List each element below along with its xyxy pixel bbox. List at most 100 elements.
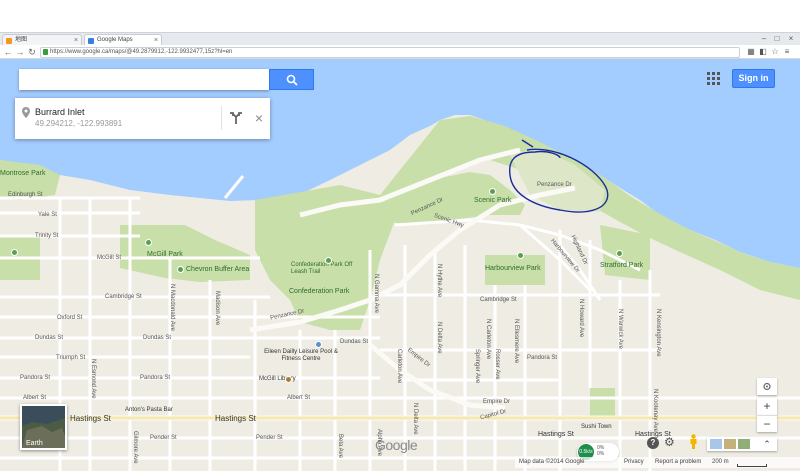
label-confed-trail: Confederation Park Off Leash Trail bbox=[291, 262, 353, 275]
park-pin-icon[interactable] bbox=[325, 257, 332, 264]
label-trinity: Trinity St bbox=[35, 233, 59, 239]
label-n-kootenay: N Kootenay Ave bbox=[652, 389, 658, 432]
extension-icon[interactable]: ◧ bbox=[758, 47, 768, 57]
search-icon bbox=[286, 74, 298, 86]
label-antons: Anton's Pasta Bar bbox=[125, 407, 173, 413]
directions-button[interactable] bbox=[221, 106, 249, 130]
close-place-card-button[interactable]: × bbox=[249, 106, 269, 130]
apps-grid-icon[interactable] bbox=[707, 72, 721, 86]
label-edinburgh: Edinburgh St bbox=[8, 192, 43, 198]
label-dundas-w: Dundas St bbox=[35, 335, 64, 341]
bookmark-icon[interactable]: ▦ bbox=[746, 47, 756, 57]
label-carleton: Carleton Ave bbox=[396, 349, 402, 384]
label-scenic-park: Scenic Park bbox=[474, 197, 512, 204]
label-n-carleton: N Carleton Ave bbox=[485, 319, 491, 360]
expand-chevron-icon[interactable]: ⌃ bbox=[760, 437, 774, 451]
label-n-delta: N Delta Ave bbox=[436, 322, 442, 354]
report-problem-link[interactable]: Report a problem bbox=[655, 457, 701, 468]
label-sushi-town: Sushi Town bbox=[581, 424, 612, 430]
park-pin-icon[interactable] bbox=[177, 266, 184, 273]
park-mcgill bbox=[120, 225, 250, 282]
lock-icon bbox=[43, 49, 48, 55]
label-hastings-e: Hastings St bbox=[538, 431, 574, 438]
location-pin-icon bbox=[22, 107, 30, 118]
park-pin-icon[interactable] bbox=[616, 250, 623, 257]
search-button[interactable] bbox=[269, 69, 314, 90]
scale-bar bbox=[737, 464, 767, 467]
google-logo: Google bbox=[375, 437, 418, 453]
pool-pin-icon[interactable] bbox=[315, 341, 322, 348]
crosshair-icon bbox=[763, 382, 771, 391]
search-input[interactable] bbox=[19, 69, 269, 90]
label-pandora-e: Pandora St bbox=[527, 355, 558, 361]
label-n-esmond: N Esmond Ave bbox=[90, 359, 96, 399]
park-pin-icon[interactable] bbox=[11, 249, 18, 256]
library-pin-icon[interactable] bbox=[285, 376, 292, 383]
my-location-button[interactable] bbox=[757, 378, 777, 395]
tab-title: 地图 bbox=[15, 37, 28, 43]
menu-icon[interactable]: ≡ bbox=[782, 47, 792, 57]
label-leisure-pool: Eileen Dailly Leisure Pool & Fitness Cen… bbox=[264, 349, 338, 362]
label-empire-dr2: Empire Dr bbox=[483, 399, 511, 405]
label-mcgill-park: McGill Park bbox=[147, 251, 183, 258]
zoom-in-button[interactable]: + bbox=[757, 398, 777, 415]
earth-view-toggle[interactable]: Earth bbox=[20, 404, 67, 450]
forward-icon[interactable]: → bbox=[14, 46, 26, 58]
tab-favicon-icon bbox=[88, 38, 94, 44]
label-delta-ave: N Delta Ave bbox=[412, 403, 418, 435]
browser-nav-bar: ← → ↻ https://www.google.ca/maps/@49.287… bbox=[0, 45, 800, 59]
label-springer: Springer Ave bbox=[474, 349, 480, 384]
tab-favicon-icon bbox=[6, 38, 12, 44]
help-icon[interactable]: ? bbox=[647, 437, 659, 449]
label-confed-park: Confederation Park bbox=[289, 288, 350, 295]
label-harbourview-park: Harbourview Park bbox=[485, 265, 541, 272]
gear-icon[interactable]: ⚙ bbox=[664, 436, 677, 449]
park-pin-icon[interactable] bbox=[517, 252, 524, 259]
imagery-thumb-icon[interactable] bbox=[724, 439, 736, 449]
close-window-button[interactable]: × bbox=[785, 33, 797, 45]
place-card[interactable]: Burrard Inlet 49.294212, -122.993891 × bbox=[15, 98, 270, 139]
label-dundas-mid: Dundas St bbox=[143, 335, 172, 341]
search-box[interactable] bbox=[19, 69, 269, 90]
park-pin-icon[interactable] bbox=[489, 188, 496, 195]
label-penzance-dr-a: Penzance Dr bbox=[537, 182, 572, 188]
place-name: Burrard Inlet bbox=[35, 107, 85, 117]
label-n-kensington: N Kensington Ave bbox=[655, 309, 661, 357]
back-icon[interactable]: ← bbox=[2, 46, 14, 58]
reload-icon[interactable]: ↻ bbox=[26, 46, 38, 58]
network-speed-details: 0% 0% bbox=[597, 445, 604, 457]
label-oxford: Oxford St bbox=[57, 315, 83, 321]
privacy-link[interactable]: Privacy bbox=[624, 457, 644, 468]
address-url: https://www.google.ca/maps/@49.2879912,-… bbox=[50, 49, 233, 55]
minimize-button[interactable]: – bbox=[758, 33, 770, 45]
imagery-thumb-icon[interactable] bbox=[710, 439, 722, 449]
label-n-ellesmere: N Ellesmere Ave bbox=[513, 319, 519, 364]
maximize-button[interactable]: □ bbox=[771, 33, 783, 45]
star-icon[interactable]: ☆ bbox=[770, 47, 780, 57]
label-hastings-w: Hastings St bbox=[70, 414, 111, 423]
zoom-out-button[interactable]: − bbox=[757, 415, 777, 432]
earth-label: Earth bbox=[26, 440, 43, 447]
label-albert-w: Albert St bbox=[23, 395, 47, 401]
label-n-howard: N Howard Ave bbox=[578, 299, 584, 338]
label-madison: Madison Ave bbox=[214, 291, 220, 326]
tab-title: Google Maps bbox=[97, 37, 133, 43]
pegman-icon[interactable] bbox=[689, 434, 698, 449]
label-albert-e: Albert St bbox=[287, 395, 311, 401]
label-rosser: Rosser Ave bbox=[494, 349, 500, 380]
sign-in-button[interactable]: Sign in bbox=[732, 69, 775, 88]
place-coordinates: 49.294212, -122.993891 bbox=[35, 119, 123, 128]
label-pender-mid: Pender St bbox=[256, 435, 283, 441]
park-small-east bbox=[590, 388, 615, 420]
directions-icon bbox=[230, 112, 242, 124]
label-triumph: Triumph St bbox=[56, 355, 86, 361]
browser-tab-bar: 地图 × Google Maps × – □ × bbox=[0, 32, 800, 46]
park-pin-icon[interactable] bbox=[145, 239, 152, 246]
label-n-hythe: N Hythe Ave bbox=[436, 264, 442, 298]
imagery-thumb-icon[interactable] bbox=[738, 439, 750, 449]
address-bar[interactable]: https://www.google.ca/maps/@49.2879912,-… bbox=[40, 47, 740, 58]
label-beta: Beta Ave bbox=[337, 434, 343, 458]
map-footer: Map data ©2014 Google Privacy Report a p… bbox=[0, 457, 800, 471]
scale-label: 200 m bbox=[712, 459, 729, 465]
label-montrose-park: Montrose Park bbox=[0, 170, 46, 177]
